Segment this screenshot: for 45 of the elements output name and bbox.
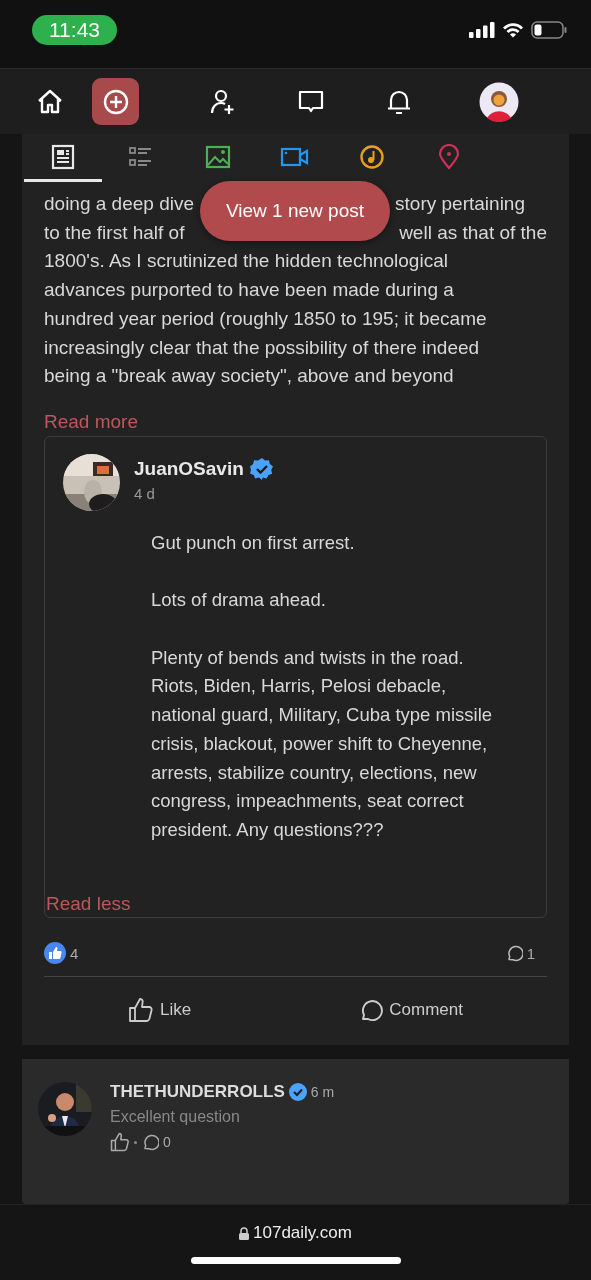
post-text: increasingly clear that the possibility of there indeed [44,335,480,360]
post-text: advances purported to have been made during a [44,278,454,303]
post-text: Lots of drama ahead. [151,588,327,613]
clock-time: 11:43 [32,15,117,45]
wifi-icon [502,22,524,38]
profile-avatar[interactable] [479,81,519,122]
image-icon [204,143,231,170]
post-text: Gut punch on first arrest. [151,530,356,555]
comment-text: Excellent question [110,1108,241,1127]
post-text: 1800's. As I scrutinized the hidden technological [44,249,448,274]
battery-icon [531,21,567,39]
commenter-name[interactable]: THETHUNDERROLLS [110,1082,285,1103]
read-less-link[interactable]: Read less [46,893,131,916]
comment-button[interactable]: Comment [359,997,463,1024]
signal-icon [469,22,495,38]
create-post-button[interactable] [92,78,139,125]
comment-icon [359,998,384,1023]
plus-circle-icon [102,88,129,115]
home-icon[interactable] [36,87,64,116]
comment-count: 1 [526,944,535,962]
read-more-link[interactable]: Read more [44,410,138,433]
like-reaction-icon [44,942,66,965]
post-text: story pertaining [395,192,525,216]
post-text: to the first half of [44,220,185,245]
reply-count: 0 [163,1134,171,1151]
post-text: well as that of the [399,220,547,245]
post-text: hundred year period (roughly 1850 to 195; it became [44,306,487,331]
like-button[interactable]: Like [128,997,192,1024]
new-post-button[interactable]: View 1 new post [200,181,390,241]
author-name[interactable]: JuanOSavin [134,457,244,480]
lock-icon [239,1226,250,1240]
like-count: 4 [70,944,79,962]
article-icon [50,143,76,170]
like-icon[interactable] [110,1132,130,1153]
post-text: doing a deep dive [44,192,194,216]
thumbs-up-icon [128,997,155,1024]
post-time: 4 d [134,484,156,502]
post-text: Plenty of bends and twists in the road. Riots, Biden, Harris, Pelosi debacle, national guard, Military, Cuba type missile crisis, blackout, power shift to Cheyenne, arrests, stabilize country, elections, new congress, impeachments, seat correct president. Any questions??? [151,645,494,842]
add-friend-icon[interactable] [209,87,237,116]
post-text: being a "break away society", above and beyond [44,364,454,389]
reply-icon[interactable] [141,1133,159,1152]
url-text[interactable]: 107daily.com [253,1223,352,1243]
music-note-icon [358,143,385,170]
comment-time: 6 m [310,1084,335,1101]
separator-dot-icon [134,1140,137,1144]
